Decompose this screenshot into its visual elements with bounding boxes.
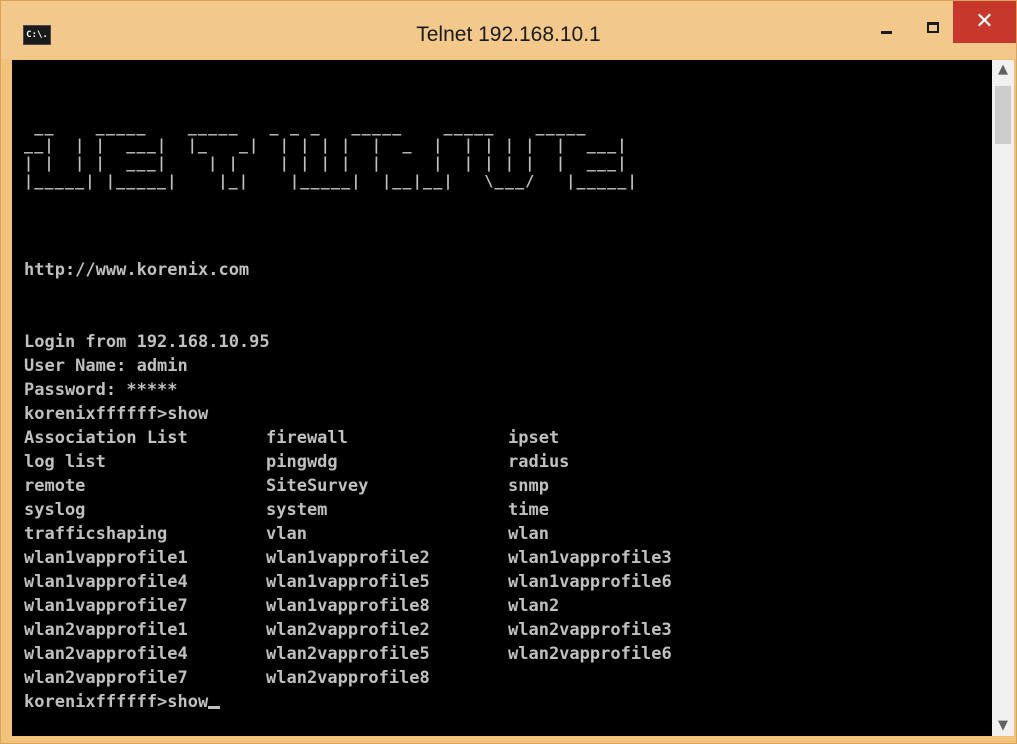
show-item: wlan1vapprofile5: [266, 572, 430, 592]
maximize-button[interactable]: [909, 1, 953, 41]
show-item: firewall: [266, 428, 348, 448]
show-item: [508, 666, 728, 690]
password-line: Password: *****: [24, 380, 178, 400]
show-item: SiteSurvey: [266, 476, 369, 496]
show-row: wlan2vapprofile1 wlan2vapprofile2 wlan2vap…: [24, 618, 728, 642]
telnet-window: C:\. Telnet 192.168.10.1 ✕ __ _____ ____…: [0, 0, 1017, 744]
show-item: snmp: [508, 476, 549, 496]
show-item: system: [266, 500, 328, 520]
minimize-button[interactable]: [863, 1, 909, 41]
show-item: Association List: [24, 428, 188, 448]
show-item: wlan1vapprofile8: [266, 596, 430, 616]
jetwave-ascii-logo: __ _____ _____ _ _ _ _____ _____ _____ _…: [24, 118, 638, 190]
show-item: wlan1vapprofile3: [508, 548, 672, 568]
show-item: ipset: [508, 428, 560, 448]
minimize-icon: [881, 31, 892, 34]
login-line: Login from 192.168.10.95: [24, 332, 270, 352]
show-item: wlan2vapprofile3: [508, 620, 672, 640]
username-line: User Name: admin: [24, 356, 188, 376]
show-item: wlan2vapprofile2: [266, 620, 430, 640]
show-row: wlan2vapprofile7 wlan2vapprofile8: [24, 666, 728, 690]
show-row: trafficshaping vlan wlan: [24, 522, 728, 546]
show-row: syslog system time: [24, 498, 728, 522]
title-bar[interactable]: C:\. Telnet 192.168.10.1 ✕: [1, 1, 1016, 59]
maximize-icon: [927, 22, 939, 33]
show-row: wlan1vapprofile4 wlan1vapprofile5 wlan1vap…: [24, 570, 728, 594]
url-line: http://www.korenix.com: [24, 260, 250, 280]
scroll-down-arrow-icon[interactable]: ▼: [992, 716, 1014, 736]
show-item: wlan2vapprofile4: [24, 644, 188, 664]
show-item: wlan2vapprofile7: [24, 668, 188, 688]
show-item: wlan2vapprofile6: [508, 644, 672, 664]
show-item: remote: [24, 476, 86, 496]
show-item: radius: [508, 452, 570, 472]
show-item: wlan: [508, 524, 549, 544]
terminal-output: http://www.korenix.com Login from 192.16…: [24, 258, 728, 714]
show-item: wlan2vapprofile1: [24, 620, 188, 640]
show-item: time: [508, 500, 549, 520]
show-row: remote SiteSurvey snmp: [24, 474, 728, 498]
text-cursor: [208, 706, 221, 709]
console-area[interactable]: __ _____ _____ _ _ _ _____ _____ _____ _…: [12, 60, 992, 736]
prompt-text: korenixffffff>show: [24, 692, 209, 712]
vertical-scrollbar[interactable]: ▲ ▼: [992, 60, 1014, 736]
show-row: Association List firewall ipset: [24, 426, 728, 450]
show-row: wlan1vapprofile7 wlan1vapprofile8 wlan2: [24, 594, 728, 618]
show-item: wlan1vapprofile7: [24, 596, 188, 616]
scroll-up-arrow-icon[interactable]: ▲: [992, 60, 1014, 80]
close-icon: ✕: [975, 9, 994, 34]
show-item: trafficshaping: [24, 524, 168, 544]
show-item: wlan1vapprofile1: [24, 548, 188, 568]
show-item: log list: [24, 452, 106, 472]
command-line: korenixffffff>show: [24, 404, 209, 424]
show-item: wlan2vapprofile5: [266, 644, 430, 664]
prompt-line[interactable]: korenixffffff>show: [24, 690, 728, 714]
show-item: wlan1vapprofile2: [266, 548, 430, 568]
show-item: wlan1vapprofile4: [24, 572, 188, 592]
close-button[interactable]: ✕: [953, 1, 1016, 43]
scrollbar-thumb[interactable]: [995, 86, 1011, 144]
show-item: wlan2vapprofile8: [266, 668, 430, 688]
show-item: wlan2: [508, 596, 560, 616]
show-item: pingwdg: [266, 452, 338, 472]
show-item: vlan: [266, 524, 307, 544]
show-row: log list pingwdg radius: [24, 450, 728, 474]
show-item: wlan1vapprofile6: [508, 572, 672, 592]
show-row: wlan1vapprofile1 wlan1vapprofile2 wlan1vap…: [24, 546, 728, 570]
show-row: wlan2vapprofile4 wlan2vapprofile5 wlan2vap…: [24, 642, 728, 666]
show-item: syslog: [24, 500, 86, 520]
